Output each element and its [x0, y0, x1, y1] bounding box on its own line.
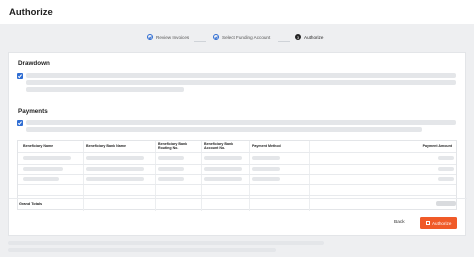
authorize-button[interactable]: Authorize [420, 217, 457, 229]
column-header-payment-method: Payment Method [252, 144, 281, 148]
table-cell-placeholder [158, 167, 184, 171]
step-label: Authorize [304, 34, 324, 40]
step-label: Select Funding Account [222, 34, 271, 40]
check-circle-icon [147, 34, 153, 40]
grand-total-placeholder [436, 201, 456, 206]
row-divider [18, 184, 456, 185]
table-cell-placeholder [438, 156, 454, 160]
step-connector [278, 41, 290, 42]
table-cell-placeholder [86, 167, 144, 171]
column-header-account-no: Beneficiary Bank Account No. [204, 142, 233, 150]
row-divider [18, 152, 456, 153]
placeholder-bar [26, 127, 422, 132]
footer-placeholder-bar [8, 248, 276, 252]
placeholder-bar [26, 80, 456, 85]
drawdown-heading: Drawdown [18, 60, 50, 67]
table-cell-placeholder [23, 167, 63, 171]
row-divider [18, 164, 456, 165]
payments-checkbox[interactable] [17, 120, 23, 126]
header-line: Routing No. [158, 146, 179, 150]
table-cell-placeholder [252, 177, 280, 181]
placeholder-bar [26, 120, 456, 125]
page-title: Authorize [9, 7, 53, 18]
grand-totals-label: Grand Totals [19, 202, 43, 206]
step-review-invoices[interactable]: Review Invoices [147, 34, 189, 40]
payments-heading: Payments [18, 108, 48, 115]
table-cell-placeholder [86, 177, 144, 181]
row-divider [18, 195, 456, 196]
table-cell-placeholder [23, 177, 59, 181]
check-circle-icon [213, 34, 219, 40]
step-label: Review Invoices [156, 34, 190, 40]
column-header-beneficiary-bank-name: Beneficiary Bank Name [86, 144, 126, 148]
header-bar: Authorize [0, 0, 474, 24]
authorize-icon [425, 221, 430, 225]
placeholder-bar [26, 73, 456, 78]
table-cell-placeholder [86, 156, 144, 160]
column-header-beneficiary-name: Beneficiary Name [23, 144, 54, 148]
step-number-badge: 3 [295, 34, 301, 40]
table-cell-placeholder [204, 167, 242, 171]
payments-table: Beneficiary Name Beneficiary Bank Name B… [17, 140, 457, 211]
table-cell-placeholder [438, 167, 454, 171]
table-cell-placeholder [252, 156, 280, 160]
step-connector [194, 41, 206, 42]
column-header-routing-no: Beneficiary Bank Routing No. [158, 142, 187, 150]
table-cell-placeholder [204, 177, 242, 181]
footer-placeholder-bar [8, 241, 324, 245]
totals-divider [9, 198, 467, 199]
table-cell-placeholder [204, 156, 242, 160]
authorize-card: Drawdown Payments Beneficiary Name Benef… [8, 52, 467, 236]
table-cell-placeholder [252, 167, 280, 171]
row-divider [18, 174, 456, 175]
table-cell-placeholder [438, 177, 454, 181]
table-cell-placeholder [23, 156, 71, 160]
back-button[interactable]: Back [394, 220, 405, 225]
drawdown-checkbox[interactable] [17, 73, 23, 79]
header-line: Account No. [204, 146, 226, 150]
table-cell-placeholder [158, 177, 184, 181]
authorize-label: Authorize [431, 220, 452, 226]
step-authorize: 3 Authorize [295, 34, 323, 40]
progress-stepper: Review Invoices Select Funding Account 3… [0, 34, 474, 48]
table-cell-placeholder [158, 156, 184, 160]
column-header-payment-amount: Payment Amount [422, 144, 452, 148]
step-select-funding-account[interactable]: Select Funding Account [213, 34, 270, 40]
placeholder-bar [26, 87, 184, 92]
